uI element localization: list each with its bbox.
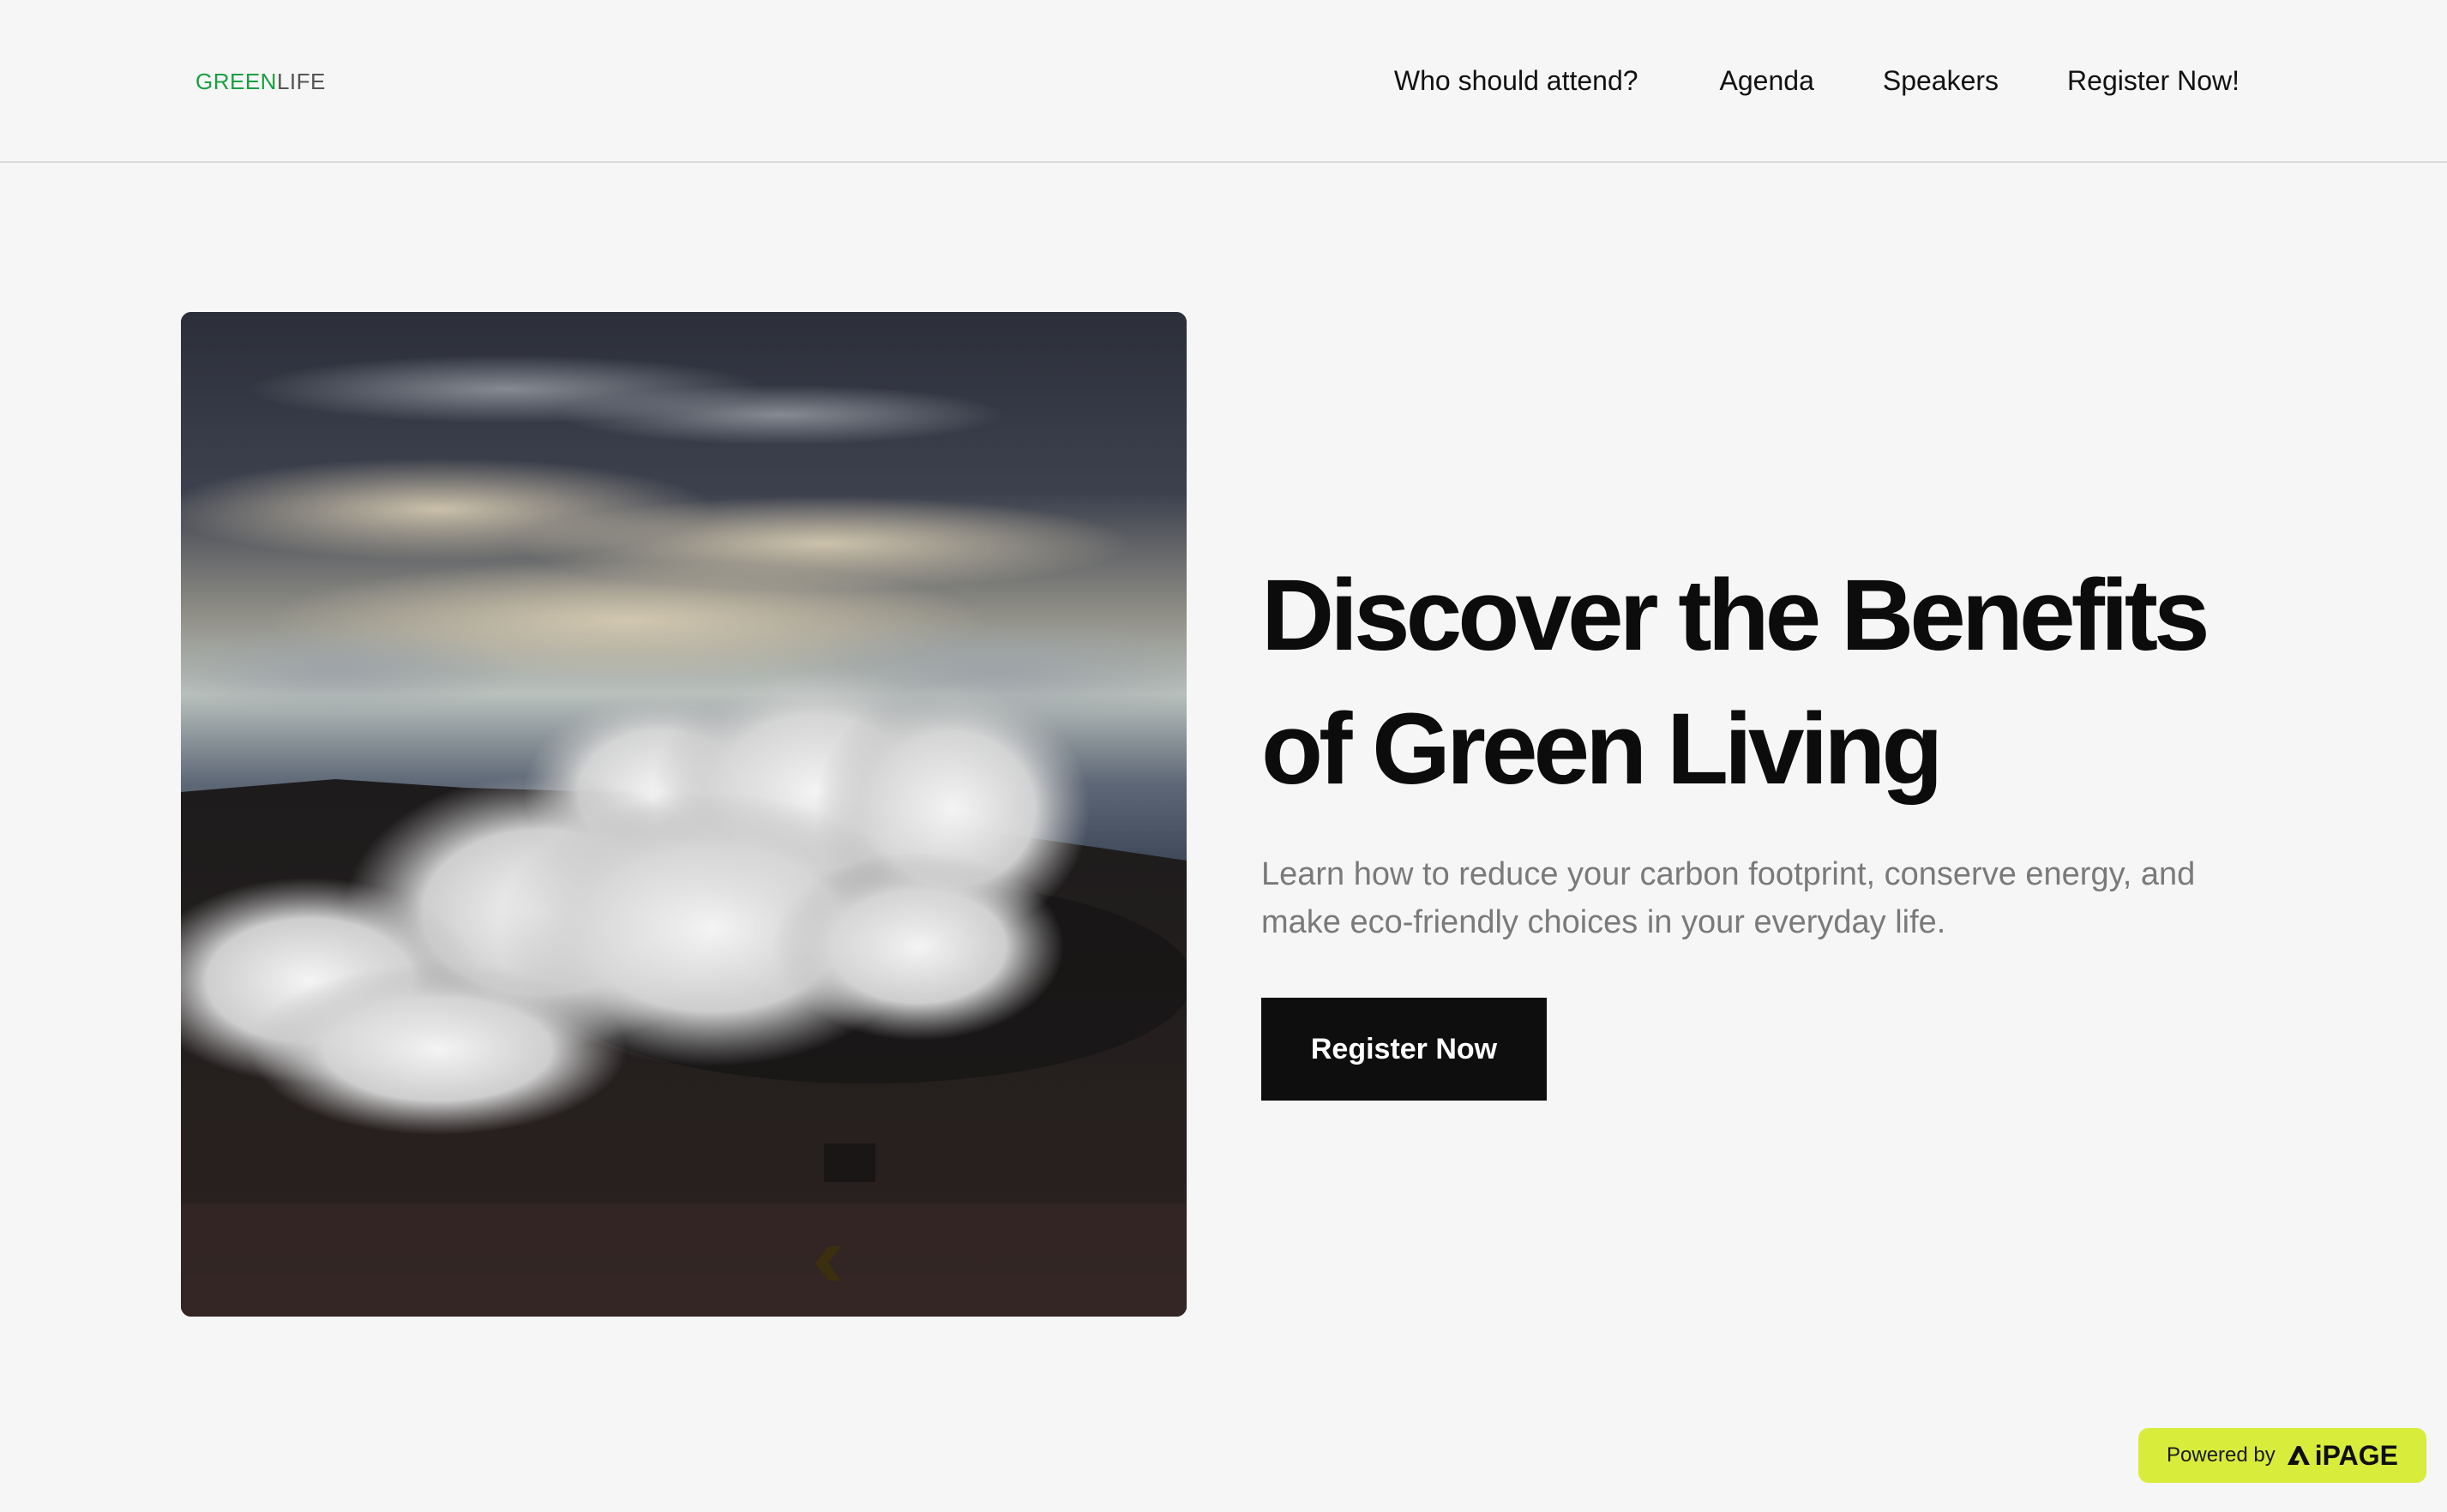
aipage-brand: iPAGE bbox=[2286, 1440, 2398, 1472]
nav-link-who-should-attend[interactable]: Who should attend? bbox=[1394, 62, 1638, 99]
hero-subtitle: Learn how to reduce your carbon footprin… bbox=[1261, 856, 2196, 940]
aipage-logo-icon bbox=[2287, 1446, 2310, 1465]
site-header: GREENLIFE Who should attend? Agenda Spea… bbox=[0, 0, 2447, 163]
logo-life-part: LIFE bbox=[276, 69, 326, 94]
logo-green-part: GREEN bbox=[195, 69, 277, 94]
nav-link-register[interactable]: Register Now! bbox=[2067, 62, 2240, 99]
main-nav: Who should attend? Agenda Speakers Regis… bbox=[1394, 62, 2240, 99]
powered-by-label: Powered by bbox=[2167, 1443, 2276, 1467]
hero-image bbox=[181, 312, 1187, 1317]
nav-link-agenda[interactable]: Agenda bbox=[1720, 62, 1814, 99]
hero-content: Discover the Benefits of Green Living Le… bbox=[1261, 549, 2290, 1101]
nav-link-speakers[interactable]: Speakers bbox=[1883, 62, 1999, 99]
landscape-steam-photo bbox=[181, 312, 1187, 1317]
aipage-brand-text: iPAGE bbox=[2314, 1439, 2398, 1471]
register-now-button[interactable]: Register Now bbox=[1261, 998, 1547, 1101]
powered-by-badge[interactable]: Powered by iPAGE bbox=[2138, 1428, 2426, 1483]
site-logo[interactable]: GREENLIFE bbox=[195, 69, 326, 94]
hero-title: Discover the Benefits of Green Living bbox=[1261, 559, 2210, 806]
